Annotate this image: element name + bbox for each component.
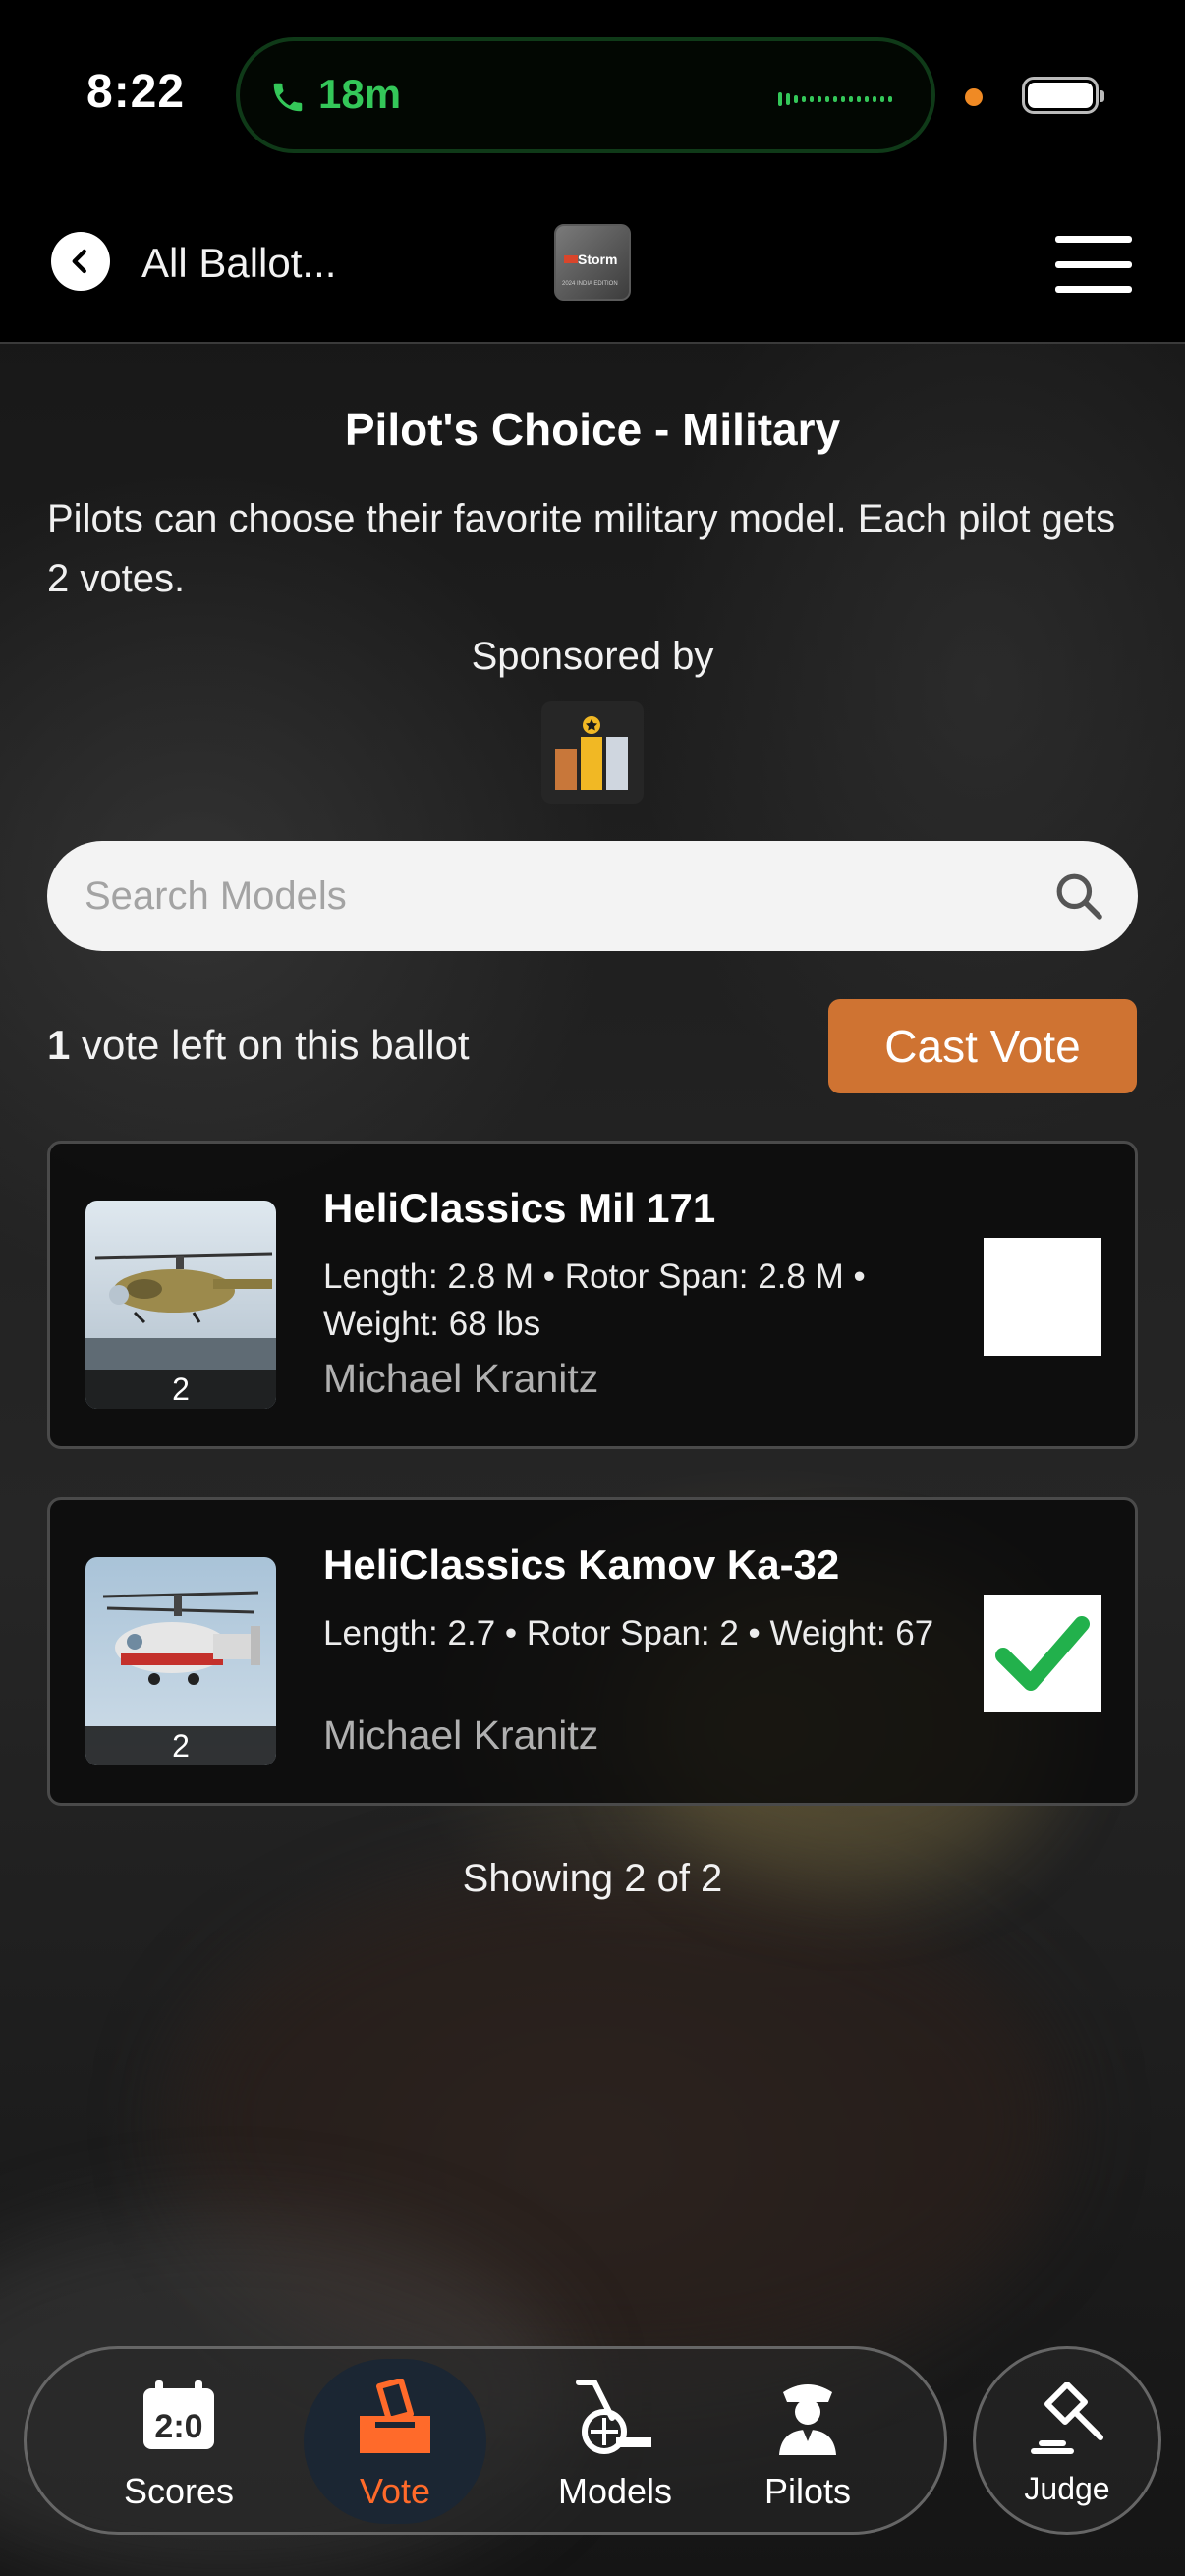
model-card[interactable]: 2 HeliClassics Kamov Ka-32 Length: 2.7 •… — [47, 1497, 1138, 1806]
photo-count: 2 — [85, 1726, 276, 1765]
model-thumbnail[interactable]: 2 — [85, 1201, 276, 1409]
audio-wave-icon — [778, 92, 892, 106]
model-owner: Michael Kranitz — [323, 1356, 599, 1401]
ballot-title: Pilot's Choice - Military — [344, 404, 841, 455]
search-icon[interactable] — [1051, 868, 1106, 924]
tab-scores-label: Scores — [123, 2471, 235, 2511]
model-owner: Michael Kranitz — [323, 1712, 599, 1758]
chevron-left-icon — [72, 249, 86, 274]
gavel-icon — [1031, 2382, 1103, 2454]
call-duration: 18m — [318, 71, 402, 117]
status-bar: 8:22 18m — [0, 0, 1185, 187]
cast-vote-button[interactable]: Cast Vote — [828, 999, 1137, 1093]
votes-remaining: 1 vote left on this ballot — [47, 1022, 470, 1069]
privacy-indicator — [965, 88, 983, 106]
votes-count: 1 — [47, 1022, 71, 1068]
scoreboard-icon: 2:0 — [143, 2380, 214, 2449]
call-pill[interactable]: 18m — [236, 37, 935, 153]
checkmark-icon — [995, 1616, 1090, 1691]
sponsor-logo — [541, 701, 644, 804]
results-count: Showing 2 of 2 — [462, 1857, 723, 1900]
bottom-tab-bar: 2:0 Scores Vote Models Pilots — [24, 2346, 947, 2535]
search-bar — [47, 841, 1138, 951]
tab-models-label: Models — [557, 2471, 673, 2511]
top-nav: All Ballot... Storm 2024 INDIA EDITION — [0, 187, 1185, 344]
ballot-box-icon — [360, 2379, 430, 2453]
tab-models[interactable]: Models — [522, 2363, 708, 2520]
sponsored-label: Sponsored by — [471, 635, 714, 678]
app-screen: 8:22 18m All Ballot... Storm 2024 INDIA … — [0, 0, 1185, 2576]
phone-icon — [273, 83, 303, 112]
vote-checkbox-unchecked[interactable] — [984, 1238, 1101, 1356]
photo-count: 2 — [85, 1370, 276, 1409]
event-logo: Storm 2024 INDIA EDITION — [554, 224, 631, 301]
vote-checkbox-checked[interactable] — [984, 1595, 1101, 1712]
judge-button[interactable]: Judge — [973, 2346, 1161, 2535]
votes-text: vote left on this ballot — [70, 1022, 470, 1068]
ballot-description: Pilots can choose their favorite militar… — [47, 497, 1116, 600]
search-input[interactable] — [85, 865, 969, 927]
model-specs: Length: 2.7 • Rotor Span: 2 • Weight: 67 — [323, 1614, 934, 1652]
battery-icon — [1022, 77, 1104, 114]
status-time: 8:22 — [86, 66, 186, 118]
svg-text:2:0: 2:0 — [154, 2408, 202, 2445]
model-airplane-icon — [576, 2380, 651, 2454]
model-name: HeliClassics Mil 171 — [323, 1185, 716, 1231]
tab-vote-label: Vote — [359, 2471, 431, 2511]
tab-scores[interactable]: 2:0 Scores — [85, 2363, 272, 2520]
pilot-icon — [779, 2384, 836, 2455]
back-button[interactable] — [51, 232, 110, 291]
logo-text: Storm — [578, 252, 618, 267]
model-thumbnail[interactable]: 2 — [85, 1557, 276, 1765]
tab-vote[interactable]: Vote — [302, 2359, 488, 2524]
back-label[interactable]: All Ballot... — [141, 240, 336, 287]
model-specs: Length: 2.8 M • Rotor Span: 2.8 M • Weig… — [323, 1258, 866, 1343]
podium-icon — [555, 716, 628, 790]
model-card[interactable]: 2 HeliClassics Mil 171 Length: 2.8 M • R… — [47, 1141, 1138, 1449]
model-name: HeliClassics Kamov Ka-32 — [323, 1541, 840, 1588]
judge-label: Judge — [1024, 2471, 1110, 2506]
tab-pilots-label: Pilots — [763, 2471, 852, 2511]
hamburger-menu-icon[interactable] — [1055, 236, 1132, 293]
tab-pilots[interactable]: Pilots — [714, 2363, 901, 2520]
logo-subtext: 2024 INDIA EDITION — [562, 281, 618, 287]
